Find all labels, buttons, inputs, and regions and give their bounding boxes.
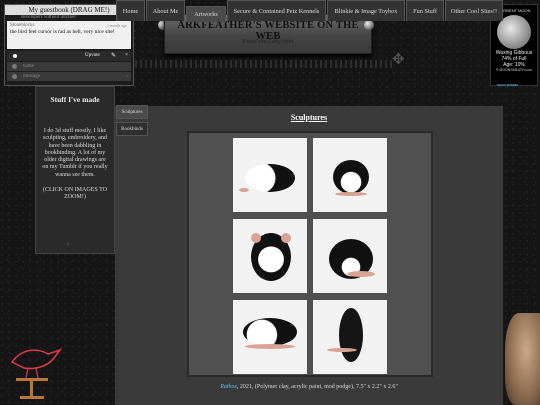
image-caption: Rathos, 2021, (Polymer clay, acrylic pai… bbox=[115, 384, 503, 390]
site-subtitle: Enter the Labyrinth bbox=[242, 38, 294, 45]
subtab-bookbinds[interactable]: Bookbinds bbox=[116, 122, 148, 136]
edit-icon[interactable]: ✎ bbox=[111, 51, 116, 61]
sculpture-name[interactable]: Rathos bbox=[220, 384, 237, 390]
guestbook-name-placeholder[interactable]: name bbox=[23, 64, 34, 69]
sidebar-title: Stuff I've made bbox=[50, 95, 100, 104]
upvote-button[interactable]: Upvote bbox=[85, 51, 100, 61]
sidebar-body: I do 3d stuff mostly, I like sculpting, … bbox=[42, 128, 108, 178]
sculpture-photo-front[interactable] bbox=[313, 138, 387, 212]
sculpture-photo-side[interactable] bbox=[233, 138, 307, 212]
info-icon bbox=[12, 74, 17, 79]
dog-photo-decoration bbox=[505, 313, 540, 405]
user-icon bbox=[13, 54, 17, 58]
tab-blinkie-toybox[interactable]: Blinkie & Image Toybox bbox=[327, 0, 405, 21]
sculpture-photo-rear[interactable] bbox=[313, 219, 387, 293]
send-icon[interactable]: › bbox=[126, 72, 128, 81]
raven-perch-decoration bbox=[10, 348, 63, 399]
avatar-icon bbox=[12, 64, 17, 69]
guestbook-name-field[interactable]: name bbox=[7, 62, 131, 71]
guestbook-widget[interactable]: My guestbook (DRAG ME!) developers witho… bbox=[4, 4, 134, 86]
tab-artworks[interactable]: Artworks bbox=[186, 6, 226, 22]
image-gallery bbox=[187, 131, 433, 377]
sidebar-panel: Stuff I've made I do 3d stuff mostly, I … bbox=[35, 86, 115, 254]
moon-footer: © MOONSMEATH.com bbox=[495, 68, 533, 72]
main-content: Sculptures Rathos, 2021, (Polymer clay, … bbox=[115, 106, 503, 405]
close-icon[interactable]: × bbox=[125, 51, 128, 61]
guestbook-message: Stoneblocks 1 month ago the bird feet cu… bbox=[7, 21, 131, 49]
barbed-wire-divider bbox=[135, 60, 395, 68]
guestbook-message-placeholder[interactable]: message bbox=[23, 74, 40, 79]
celtic-knot-icon: ✥ bbox=[392, 52, 405, 68]
sculpture-photo-face[interactable] bbox=[233, 219, 307, 293]
guestbook-message-time: 1 month ago bbox=[107, 23, 127, 28]
moon-phases-link[interactable]: moon phases bbox=[497, 83, 518, 87]
sculpture-photo-profile[interactable] bbox=[233, 300, 307, 374]
guestbook-message-text: the bird feet cursor is rad as hell, ver… bbox=[10, 29, 115, 35]
guestbook-toolbar: Upvote ✎ × bbox=[7, 51, 131, 61]
tab-other-cool-sites[interactable]: Other Cool Sites!! bbox=[445, 0, 503, 21]
sidebar-mark: ^ bbox=[67, 243, 70, 248]
guestbook-message-field[interactable]: message › bbox=[7, 72, 131, 81]
sidebar-hint: (CLICK ON IMAGES TO ZOOM!) bbox=[43, 187, 107, 201]
tab-home[interactable]: Home bbox=[116, 0, 145, 21]
tab-fun-stuff[interactable]: Fun Stuff bbox=[406, 0, 444, 21]
tab-petz-kennels[interactable]: Secure & Contained Petz Kennels bbox=[227, 0, 326, 21]
subtab-sculptures[interactable]: Sculptures bbox=[116, 105, 148, 119]
guestbook-title[interactable]: My guestbook (DRAG ME!) bbox=[5, 5, 133, 15]
sculpture-photo-top[interactable] bbox=[313, 300, 387, 374]
tab-about-me[interactable]: About Me bbox=[146, 0, 185, 21]
page-title: Sculptures bbox=[290, 113, 328, 122]
sculpture-details: , 2021, (Polymer clay, acrylic paint, mo… bbox=[236, 384, 398, 390]
